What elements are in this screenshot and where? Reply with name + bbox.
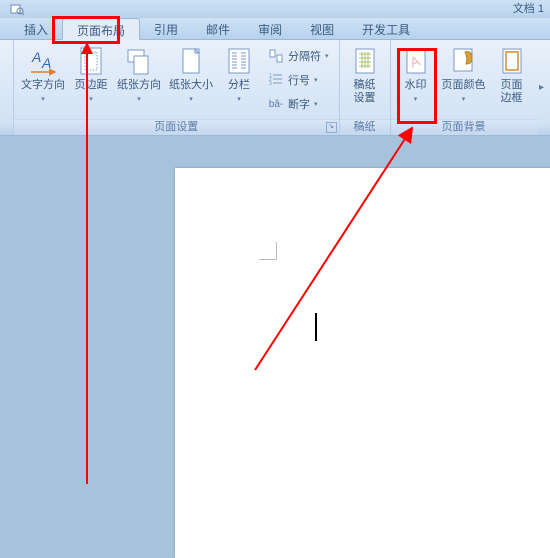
hyphenation-button[interactable]: bâ- 断字▾ [265,93,332,115]
chevron-down-icon: ▾ [137,96,141,103]
hyphenation-icon: bâ- [268,96,284,112]
text-direction-button[interactable]: AA 文字方向▾ [17,42,69,107]
chevron-down-icon: ▾ [314,76,318,84]
orientation-button[interactable]: 纸张方向▾ [113,42,165,107]
svg-text:3: 3 [269,81,272,87]
page-border-icon [496,45,528,77]
chevron-down-icon: ▾ [89,96,93,103]
chevron-down-icon: ▾ [314,100,318,108]
chevron-down-icon: ▾ [325,52,329,60]
document-title: 文档 1 [513,3,544,15]
dialog-launcher-icon[interactable]: ↘ [326,122,337,133]
tab-view[interactable]: 视图 [296,18,348,40]
tab-references[interactable]: 引用 [140,18,192,40]
draft-icon [349,45,381,77]
title-bar: 文档 1 [0,0,550,18]
document-area [0,138,550,550]
columns-icon [223,45,255,77]
watermark-button[interactable]: A 水印▾ [394,42,438,107]
svg-text:A: A [41,55,51,71]
chevron-down-icon: ▾ [237,96,241,103]
quick-access-print-preview[interactable] [6,0,28,18]
text-cursor [315,313,317,341]
orientation-icon [123,45,155,77]
group-label-drafts: 稿纸 [340,119,390,135]
ribbon-scroll-right[interactable]: ▸ [537,40,547,135]
group-page-background: A 水印▾ 页面颜色▾ 页面 边框 页面背景 [391,40,537,135]
columns-button[interactable]: 分栏▾ [217,42,261,107]
margins-icon [75,45,107,77]
tab-mail[interactable]: 邮件 [192,18,244,40]
breaks-button[interactable]: 分隔符▾ [265,45,332,67]
text-direction-icon: AA [27,45,59,77]
paper-size-icon [175,45,207,77]
tab-insert[interactable]: 插入 [10,18,62,40]
line-numbers-icon: 123 [268,72,284,88]
margins-button[interactable]: 页边距▾ [69,42,113,107]
tab-developer[interactable]: 开发工具 [348,18,424,40]
chevron-down-icon: ▾ [41,96,45,103]
page-color-icon [448,45,480,77]
margin-corner-marker [259,242,277,260]
watermark-icon: A [400,45,432,77]
page-border-button[interactable]: 页面 边框 [490,42,534,106]
group-page-setup: AA 文字方向▾ 页边距▾ 纸张方向▾ 纸张大小▾ [14,40,340,135]
group-label-page-setup: 页面设置 ↘ [14,119,339,135]
group-label-page-background: 页面背景 [391,119,537,135]
tab-review[interactable]: 审阅 [244,18,296,40]
group-drafts: 稿纸 设置 稿纸 [340,40,391,135]
line-numbers-button[interactable]: 123 行号▾ [265,69,332,91]
breaks-icon [268,48,284,64]
chevron-down-icon: ▾ [189,96,193,103]
document-page[interactable] [175,168,550,558]
ribbon: AA 文字方向▾ 页边距▾ 纸张方向▾ 纸张大小▾ [0,40,550,136]
ribbon-tabs: 插入 页面布局 引用 邮件 审阅 视图 开发工具 [0,18,550,40]
page-color-button[interactable]: 页面颜色▾ [438,42,490,107]
chevron-down-icon: ▾ [414,96,418,103]
tab-page-layout[interactable]: 页面布局 [62,18,140,40]
svg-text:A: A [31,49,41,65]
paper-size-button[interactable]: 纸张大小▾ [165,42,217,107]
draft-settings-button[interactable]: 稿纸 设置 [343,42,387,106]
chevron-down-icon: ▾ [462,96,466,103]
